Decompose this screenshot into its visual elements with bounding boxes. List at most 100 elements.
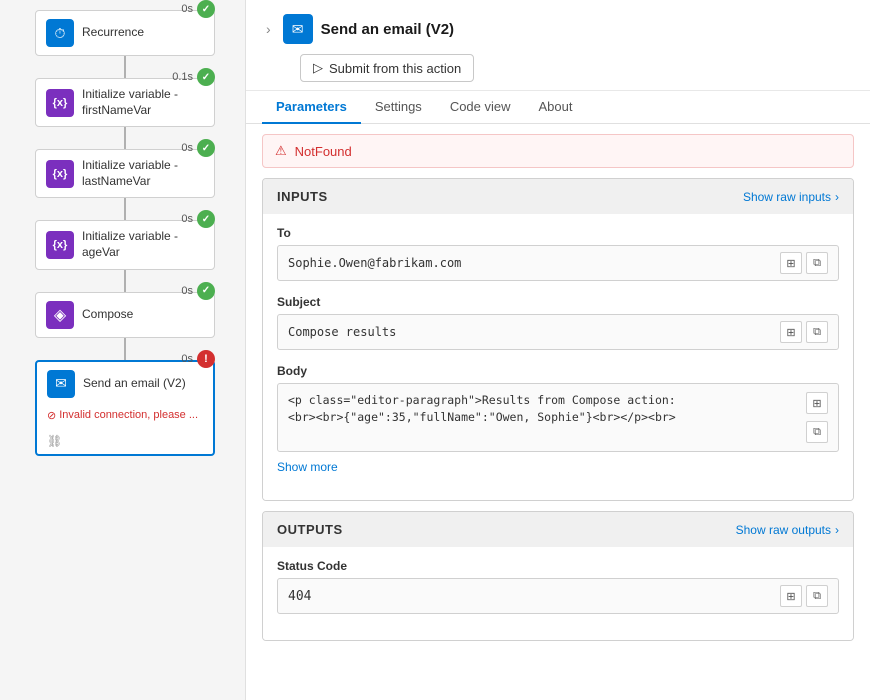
field-status-code-copy-icon[interactable]: ⧉ xyxy=(806,585,828,607)
field-body-copy-icon[interactable]: ⧉ xyxy=(806,421,828,443)
outputs-section-title: OUTPUTS xyxy=(277,522,343,537)
send-email-card[interactable]: ✉ Send an email (V2) ⊘ Invalid connectio… xyxy=(35,360,215,456)
field-status-code-table-icon[interactable]: ⊞ xyxy=(780,585,802,607)
submit-from-action-button[interactable]: ▷ Submit from this action xyxy=(300,54,474,82)
tab-about[interactable]: About xyxy=(525,91,587,124)
tab-parameters[interactable]: Parameters xyxy=(262,91,361,124)
action-title: Send an email (V2) xyxy=(321,21,454,38)
compose-badge: 0s ✓ xyxy=(181,282,215,300)
field-subject: Subject Compose results ⊞ ⧉ xyxy=(277,295,839,350)
send-email-error-icon: ! xyxy=(197,350,215,368)
field-to-copy-icon[interactable]: ⧉ xyxy=(806,252,828,274)
action-title-row: › ✉ Send an email (V2) xyxy=(262,14,854,44)
compose-success-icon: ✓ xyxy=(197,282,215,300)
field-status-code-value-row: 404 ⊞ ⧉ xyxy=(277,578,839,614)
field-body-label: Body xyxy=(277,364,839,378)
send-email-time: 0s xyxy=(181,353,193,365)
send-email-error-text: ⊘ Invalid connection, please ... xyxy=(47,409,198,422)
connector-1 xyxy=(124,56,126,78)
init-age-var-icon: {x} xyxy=(46,231,74,259)
field-to-value: Sophie.Owen@fabrikam.com xyxy=(288,256,772,270)
recurrence-success-icon: ✓ xyxy=(197,0,215,18)
flow-canvas: 0s ✓ ⏱ Recurrence 0.1s ✓ {x} Initialize … xyxy=(0,0,245,700)
recurrence-label: Recurrence xyxy=(82,25,144,41)
compose-time: 0s xyxy=(181,285,193,297)
show-raw-outputs-chevron: › xyxy=(835,523,839,537)
field-body: Body <p class="editor-paragraph">Results… xyxy=(277,364,839,474)
show-raw-inputs-chevron: › xyxy=(835,190,839,204)
init-age-label: Initialize variable - ageVar xyxy=(82,229,204,260)
send-email-badge: 0s ! xyxy=(181,350,215,368)
tabs-bar: Parameters Settings Code view About xyxy=(246,91,870,124)
compose-label: Compose xyxy=(82,307,133,323)
warning-triangle-icon: ⚠ xyxy=(275,143,287,159)
detail-panel: › ✉ Send an email (V2) ▷ Submit from thi… xyxy=(245,0,870,700)
field-subject-icons: ⊞ ⧉ xyxy=(780,321,828,343)
connector-3 xyxy=(124,198,126,220)
main-content: ⚠ NotFound INPUTS Show raw inputs › To S… xyxy=(246,124,870,700)
field-subject-value: Compose results xyxy=(288,325,772,339)
field-subject-table-icon[interactable]: ⊞ xyxy=(780,321,802,343)
submit-btn-label: Submit from this action xyxy=(329,61,461,76)
show-raw-inputs-label: Show raw inputs xyxy=(743,190,831,204)
show-raw-inputs-link[interactable]: Show raw inputs › xyxy=(743,190,839,204)
field-body-table-icon[interactable]: ⊞ xyxy=(806,392,828,414)
node-recurrence: 0s ✓ ⏱ Recurrence xyxy=(15,10,235,56)
field-subject-value-row: Compose results ⊞ ⧉ xyxy=(277,314,839,350)
field-status-code-value: 404 xyxy=(288,589,772,604)
init-age-badge: 0s ✓ xyxy=(181,210,215,228)
recurrence-icon: ⏱ xyxy=(46,19,74,47)
field-status-code-icons: ⊞ ⧉ xyxy=(780,585,828,607)
field-to-icons: ⊞ ⧉ xyxy=(780,252,828,274)
field-subject-label: Subject xyxy=(277,295,839,309)
init-lastname-success-icon: ✓ xyxy=(197,139,215,157)
tab-settings[interactable]: Settings xyxy=(361,91,436,124)
link-icon: ⛓ xyxy=(47,434,62,448)
show-raw-outputs-link[interactable]: Show raw outputs › xyxy=(736,523,839,537)
field-to-table-icon[interactable]: ⊞ xyxy=(780,252,802,274)
expand-icon[interactable]: › xyxy=(262,19,275,39)
field-body-value: <p class="editor-paragraph">Results from… xyxy=(288,392,798,427)
action-email-icon: ✉ xyxy=(283,14,313,44)
error-circle-icon: ⊘ xyxy=(47,409,56,422)
send-email-label: Send an email (V2) xyxy=(83,376,186,392)
init-firstname-badge: 0.1s ✓ xyxy=(172,68,215,86)
node-init-age: 0s ✓ {x} Initialize variable - ageVar xyxy=(15,220,235,269)
connector-2 xyxy=(124,127,126,149)
field-subject-copy-icon[interactable]: ⧉ xyxy=(806,321,828,343)
inputs-section-body: To Sophie.Owen@fabrikam.com ⊞ ⧉ Subject … xyxy=(263,214,853,500)
show-more-link[interactable]: Show more xyxy=(277,460,839,474)
node-init-firstname: 0.1s ✓ {x} Initialize variable - firstNa… xyxy=(15,78,235,127)
not-found-banner: ⚠ NotFound xyxy=(262,134,854,168)
field-to-value-row: Sophie.Owen@fabrikam.com ⊞ ⧉ xyxy=(277,245,839,281)
init-age-time: 0s xyxy=(181,213,193,225)
not-found-text: NotFound xyxy=(295,144,352,159)
tab-code-view[interactable]: Code view xyxy=(436,91,525,124)
error-message: Invalid connection, please ... xyxy=(59,409,198,421)
inputs-section-header: INPUTS Show raw inputs › xyxy=(263,179,853,214)
recurrence-time: 0s xyxy=(181,3,193,15)
send-email-icon: ✉ xyxy=(47,370,75,398)
node-init-lastname: 0s ✓ {x} Initialize variable - lastNameV… xyxy=(15,149,235,198)
detail-header: › ✉ Send an email (V2) ▷ Submit from thi… xyxy=(246,0,870,91)
inputs-section-title: INPUTS xyxy=(277,189,328,204)
field-body-value-row: <p class="editor-paragraph">Results from… xyxy=(277,383,839,452)
init-lastname-label: Initialize variable - lastNameVar xyxy=(82,158,204,189)
submit-play-icon: ▷ xyxy=(313,60,323,76)
init-firstname-var-icon: {x} xyxy=(46,89,74,117)
recurrence-badge: 0s ✓ xyxy=(181,0,215,18)
init-lastname-time: 0s xyxy=(181,142,193,154)
init-firstname-label: Initialize variable - firstNameVar xyxy=(82,87,204,118)
field-to: To Sophie.Owen@fabrikam.com ⊞ ⧉ xyxy=(277,226,839,281)
connector-5 xyxy=(124,338,126,360)
node-send-email: 0s ! ✉ Send an email (V2) ⊘ Invalid conn… xyxy=(15,360,235,456)
init-firstname-success-icon: ✓ xyxy=(197,68,215,86)
show-raw-outputs-label: Show raw outputs xyxy=(736,523,831,537)
field-body-value-inner: <p class="editor-paragraph">Results from… xyxy=(288,392,828,443)
outputs-section-header: OUTPUTS Show raw outputs › xyxy=(263,512,853,547)
outputs-section-body: Status Code 404 ⊞ ⧉ xyxy=(263,547,853,640)
init-lastname-badge: 0s ✓ xyxy=(181,139,215,157)
outputs-section: OUTPUTS Show raw outputs › Status Code 4… xyxy=(262,511,854,641)
node-compose: 0s ✓ ◈ Compose xyxy=(15,292,235,338)
field-body-icons: ⊞ ⧉ xyxy=(806,392,828,443)
